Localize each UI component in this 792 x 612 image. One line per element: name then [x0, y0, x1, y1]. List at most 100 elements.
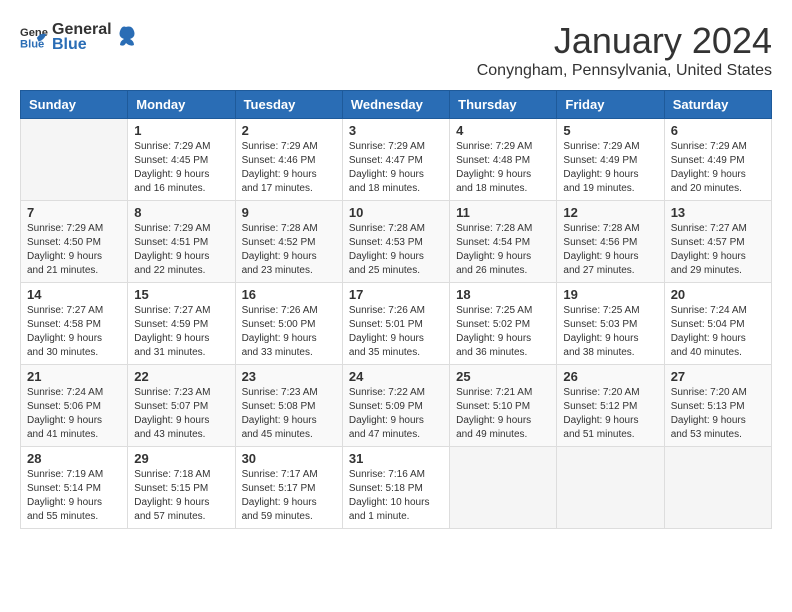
day-number: 13 — [671, 205, 765, 220]
day-info: Sunrise: 7:28 AMSunset: 4:53 PMDaylight:… — [349, 222, 443, 278]
day-info: Sunrise: 7:28 AMSunset: 4:54 PMDaylight:… — [456, 222, 550, 278]
calendar-cell — [21, 119, 128, 201]
weekday-header-row: SundayMondayTuesdayWednesdayThursdayFrid… — [21, 91, 772, 119]
calendar-cell: 5 Sunrise: 7:29 AMSunset: 4:49 PMDaylight… — [557, 119, 664, 201]
day-info: Sunrise: 7:17 AMSunset: 5:17 PMDaylight:… — [242, 468, 336, 524]
weekday-header-thursday: Thursday — [450, 91, 557, 119]
calendar-cell: 3 Sunrise: 7:29 AMSunset: 4:47 PMDaylight… — [342, 119, 449, 201]
calendar-week-row: 28 Sunrise: 7:19 AMSunset: 5:14 PMDayligh… — [21, 447, 772, 529]
day-info: Sunrise: 7:20 AMSunset: 5:13 PMDaylight:… — [671, 386, 765, 442]
weekday-header-tuesday: Tuesday — [235, 91, 342, 119]
calendar-cell: 1Sunrise: 7:29 AMSunset: 4:45 PMDaylight… — [128, 119, 235, 201]
day-number: 9 — [242, 205, 336, 220]
logo-icon: General Blue — [20, 23, 48, 51]
day-number: 17 — [349, 287, 443, 302]
day-info: Sunrise: 7:22 AMSunset: 5:09 PMDaylight:… — [349, 386, 443, 442]
day-number: 24 — [349, 369, 443, 384]
day-number: 27 — [671, 369, 765, 384]
day-number: 11 — [456, 205, 550, 220]
calendar-cell: 31Sunrise: 7:16 AMSunset: 5:18 PMDayligh… — [342, 447, 449, 529]
day-info: Sunrise: 7:23 AMSunset: 5:08 PMDaylight:… — [242, 386, 336, 442]
day-number: 28 — [27, 451, 121, 466]
day-number: 3 — [349, 123, 443, 138]
day-info: Sunrise: 7:27 AMSunset: 4:57 PMDaylight:… — [671, 222, 765, 278]
day-number: 5 — [563, 123, 657, 138]
day-info: Sunrise: 7:27 AMSunset: 4:59 PMDaylight:… — [134, 304, 228, 360]
day-info: Sunrise: 7:26 AMSunset: 5:00 PMDaylight:… — [242, 304, 336, 360]
day-info: Sunrise: 7:24 AMSunset: 5:04 PMDaylight:… — [671, 304, 765, 360]
calendar-cell: 15Sunrise: 7:27 AMSunset: 4:59 PMDayligh… — [128, 283, 235, 365]
svg-text:Blue: Blue — [20, 38, 44, 50]
logo-bird-icon — [116, 25, 136, 49]
calendar-cell — [450, 447, 557, 529]
calendar-cell: 29Sunrise: 7:18 AMSunset: 5:15 PMDayligh… — [128, 447, 235, 529]
calendar-week-row: 7 Sunrise: 7:29 AMSunset: 4:50 PMDaylight… — [21, 201, 772, 283]
day-info: Sunrise: 7:27 AMSunset: 4:58 PMDaylight:… — [27, 304, 121, 360]
calendar-cell: 19 Sunrise: 7:25 AMSunset: 5:03 PMDayligh… — [557, 283, 664, 365]
day-number: 12 — [563, 205, 657, 220]
day-number: 6 — [671, 123, 765, 138]
day-info: Sunrise: 7:25 AMSunset: 5:02 PMDaylight:… — [456, 304, 550, 360]
day-info: Sunrise: 7:29 AMSunset: 4:47 PMDaylight:… — [349, 140, 443, 196]
calendar-cell: 9 Sunrise: 7:28 AMSunset: 4:52 PMDaylight… — [235, 201, 342, 283]
day-number: 4 — [456, 123, 550, 138]
day-number: 16 — [242, 287, 336, 302]
day-number: 23 — [242, 369, 336, 384]
day-info: Sunrise: 7:29 AMSunset: 4:46 PMDaylight:… — [242, 140, 336, 196]
day-info: Sunrise: 7:18 AMSunset: 5:15 PMDaylight:… — [134, 468, 228, 524]
day-info: Sunrise: 7:24 AMSunset: 5:06 PMDaylight:… — [27, 386, 121, 442]
day-info: Sunrise: 7:29 AMSunset: 4:50 PMDaylight:… — [27, 222, 121, 278]
calendar-cell: 22Sunrise: 7:23 AMSunset: 5:07 PMDayligh… — [128, 365, 235, 447]
day-number: 31 — [349, 451, 443, 466]
day-number: 18 — [456, 287, 550, 302]
calendar-cell: 13 Sunrise: 7:27 AMSunset: 4:57 PMDayligh… — [664, 201, 771, 283]
day-info: Sunrise: 7:29 AMSunset: 4:49 PMDaylight:… — [563, 140, 657, 196]
calendar-week-row: 14 Sunrise: 7:27 AMSunset: 4:58 PMDayligh… — [21, 283, 772, 365]
day-info: Sunrise: 7:29 AMSunset: 4:48 PMDaylight:… — [456, 140, 550, 196]
weekday-header-friday: Friday — [557, 91, 664, 119]
calendar-cell: 10Sunrise: 7:28 AMSunset: 4:53 PMDayligh… — [342, 201, 449, 283]
weekday-header-saturday: Saturday — [664, 91, 771, 119]
day-number: 25 — [456, 369, 550, 384]
calendar-cell: 27 Sunrise: 7:20 AMSunset: 5:13 PMDayligh… — [664, 365, 771, 447]
calendar-cell: 6 Sunrise: 7:29 AMSunset: 4:49 PMDaylight… — [664, 119, 771, 201]
calendar-cell: 18 Sunrise: 7:25 AMSunset: 5:02 PMDayligh… — [450, 283, 557, 365]
day-number: 21 — [27, 369, 121, 384]
calendar-cell — [557, 447, 664, 529]
day-number: 26 — [563, 369, 657, 384]
location-subtitle: Conyngham, Pennsylvania, United States — [477, 62, 772, 80]
weekday-header-wednesday: Wednesday — [342, 91, 449, 119]
calendar-cell: 14 Sunrise: 7:27 AMSunset: 4:58 PMDayligh… — [21, 283, 128, 365]
day-info: Sunrise: 7:29 AMSunset: 4:49 PMDaylight:… — [671, 140, 765, 196]
day-number: 8 — [134, 205, 228, 220]
day-info: Sunrise: 7:28 AMSunset: 4:52 PMDaylight:… — [242, 222, 336, 278]
calendar-cell: 11 Sunrise: 7:28 AMSunset: 4:54 PMDayligh… — [450, 201, 557, 283]
day-info: Sunrise: 7:28 AMSunset: 4:56 PMDaylight:… — [563, 222, 657, 278]
day-info: Sunrise: 7:25 AMSunset: 5:03 PMDaylight:… — [563, 304, 657, 360]
logo-blue-text: Blue — [52, 35, 112, 54]
day-number: 20 — [671, 287, 765, 302]
page-header: General Blue General Blue January 2024 C… — [20, 20, 772, 80]
calendar-cell: 28 Sunrise: 7:19 AMSunset: 5:14 PMDayligh… — [21, 447, 128, 529]
day-number: 19 — [563, 287, 657, 302]
day-info: Sunrise: 7:20 AMSunset: 5:12 PMDaylight:… — [563, 386, 657, 442]
day-info: Sunrise: 7:19 AMSunset: 5:14 PMDaylight:… — [27, 468, 121, 524]
month-year-title: January 2024 — [477, 20, 772, 62]
calendar-cell: 25Sunrise: 7:21 AMSunset: 5:10 PMDayligh… — [450, 365, 557, 447]
day-info: Sunrise: 7:23 AMSunset: 5:07 PMDaylight:… — [134, 386, 228, 442]
calendar-cell: 20 Sunrise: 7:24 AMSunset: 5:04 PMDayligh… — [664, 283, 771, 365]
day-number: 7 — [27, 205, 121, 220]
title-area: January 2024 Conyngham, Pennsylvania, Un… — [477, 20, 772, 80]
calendar-cell: 23 Sunrise: 7:23 AMSunset: 5:08 PMDayligh… — [235, 365, 342, 447]
calendar-cell: 7 Sunrise: 7:29 AMSunset: 4:50 PMDaylight… — [21, 201, 128, 283]
day-number: 2 — [242, 123, 336, 138]
calendar-cell: 21 Sunrise: 7:24 AMSunset: 5:06 PMDayligh… — [21, 365, 128, 447]
calendar-cell: 8Sunrise: 7:29 AMSunset: 4:51 PMDaylight… — [128, 201, 235, 283]
weekday-header-monday: Monday — [128, 91, 235, 119]
calendar-cell: 4 Sunrise: 7:29 AMSunset: 4:48 PMDaylight… — [450, 119, 557, 201]
calendar-week-row: 21 Sunrise: 7:24 AMSunset: 5:06 PMDayligh… — [21, 365, 772, 447]
day-info: Sunrise: 7:26 AMSunset: 5:01 PMDaylight:… — [349, 304, 443, 360]
calendar-cell: 24 Sunrise: 7:22 AMSunset: 5:09 PMDayligh… — [342, 365, 449, 447]
calendar-cell: 12 Sunrise: 7:28 AMSunset: 4:56 PMDayligh… — [557, 201, 664, 283]
day-number: 14 — [27, 287, 121, 302]
